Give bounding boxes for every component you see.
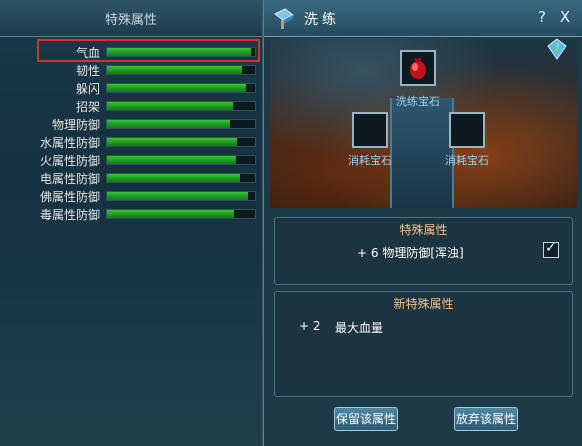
consume-gem-label-right: 消耗宝石 [445,154,489,167]
stat-bar-fill [107,120,230,128]
stat-bar-fill [107,210,235,218]
new-attribute-value: + 2 [299,319,321,333]
stat-label: 韧性 [75,64,100,78]
consume-gem-slot-right[interactable] [449,112,485,148]
refine-gem-slot[interactable] [400,50,436,86]
stat-row-parry: 招架 [0,97,262,115]
gem-question-icon[interactable]: ? [546,38,568,60]
stat-row-dodge: 躲闪 [0,79,262,97]
stat-row-water-defense: 水属性防御 [0,133,262,151]
stat-bar-fill [107,174,241,182]
help-button[interactable]: ? [534,8,550,26]
stat-label: 毒属性防御 [39,208,100,222]
stat-bar-fill [107,84,247,92]
new-attribute-name: 最大血量 [335,321,384,335]
stat-bar [106,191,256,201]
stat-label: 躲闪 [75,82,100,96]
keep-attribute-button[interactable]: 保留该属性 [334,407,398,431]
left-panel-title: 特殊属性 [104,13,157,28]
stat-bar-fill [107,66,242,74]
stat-bar [106,173,256,183]
stat-label: 火属性防御 [39,154,100,168]
stat-bar [106,209,256,219]
special-attribute-title: 特殊属性 [399,223,448,237]
stat-bar [106,101,256,111]
new-special-attribute-title: 新特殊属性 [393,297,454,311]
special-attribute-line: + 6 物理防御[浑浊] [357,246,464,260]
stat-bar [106,155,256,165]
stat-label: 物理防御 [51,118,100,132]
svg-text:?: ? [554,41,560,54]
stat-bar [106,137,256,147]
dialog-header: 洗练 ? X [264,0,582,37]
refine-dialog: 洗练 ? X ? 洗练宝石 消耗宝石 消耗宝石 特殊属性 + 6 物理防御[浑浊… [263,0,582,446]
stat-row-poison-defense: 毒属性防御 [0,205,262,223]
stat-bar-fill [107,192,248,200]
stat-row-fire-defense: 火属性防御 [0,151,262,169]
stat-row-electric-defense: 电属性防御 [0,169,262,187]
refine-gem-label: 洗练宝石 [396,95,440,108]
stat-row-physical-defense: 物理防御 [0,115,262,133]
close-button[interactable]: X [556,8,574,26]
special-attributes-panel: 特殊属性 气血 韧性 躲闪 招架 物理防御 水属性防御 火属性防御 电属性防御 … [0,0,263,446]
left-panel-header: 特殊属性 [0,0,262,37]
stat-row-buddha-defense: 佛属性防御 [0,187,262,205]
stat-bar-fill [107,156,236,164]
stat-label: 招架 [75,100,100,114]
consume-gem-label-left: 消耗宝石 [348,154,392,167]
dialog-title: 洗练 [304,12,340,28]
keep-attribute-checkbox[interactable]: ✓ [543,240,559,258]
stat-row-toughness: 韧性 [0,61,262,79]
stat-label: 电属性防御 [39,172,100,186]
hp-highlight-box [37,39,260,62]
check-icon: ✓ [545,240,557,256]
discard-attribute-button[interactable]: 放弃该属性 [454,407,518,431]
stat-bar-fill [107,138,238,146]
consume-gem-slot-left[interactable] [352,112,388,148]
special-attribute-box: 特殊属性 + 6 物理防御[浑浊] ✓ [274,217,573,285]
stat-label: 佛属性防御 [39,190,100,204]
stat-bar [106,83,256,93]
stat-bar [106,65,256,75]
refine-hammer-icon [274,8,294,29]
new-special-attribute-box: 新特殊属性 + 2 最大血量 [274,291,573,397]
stat-label: 水属性防御 [39,136,100,150]
stat-bar-fill [107,102,233,110]
stat-bar [106,119,256,129]
red-gem-icon [410,58,426,79]
